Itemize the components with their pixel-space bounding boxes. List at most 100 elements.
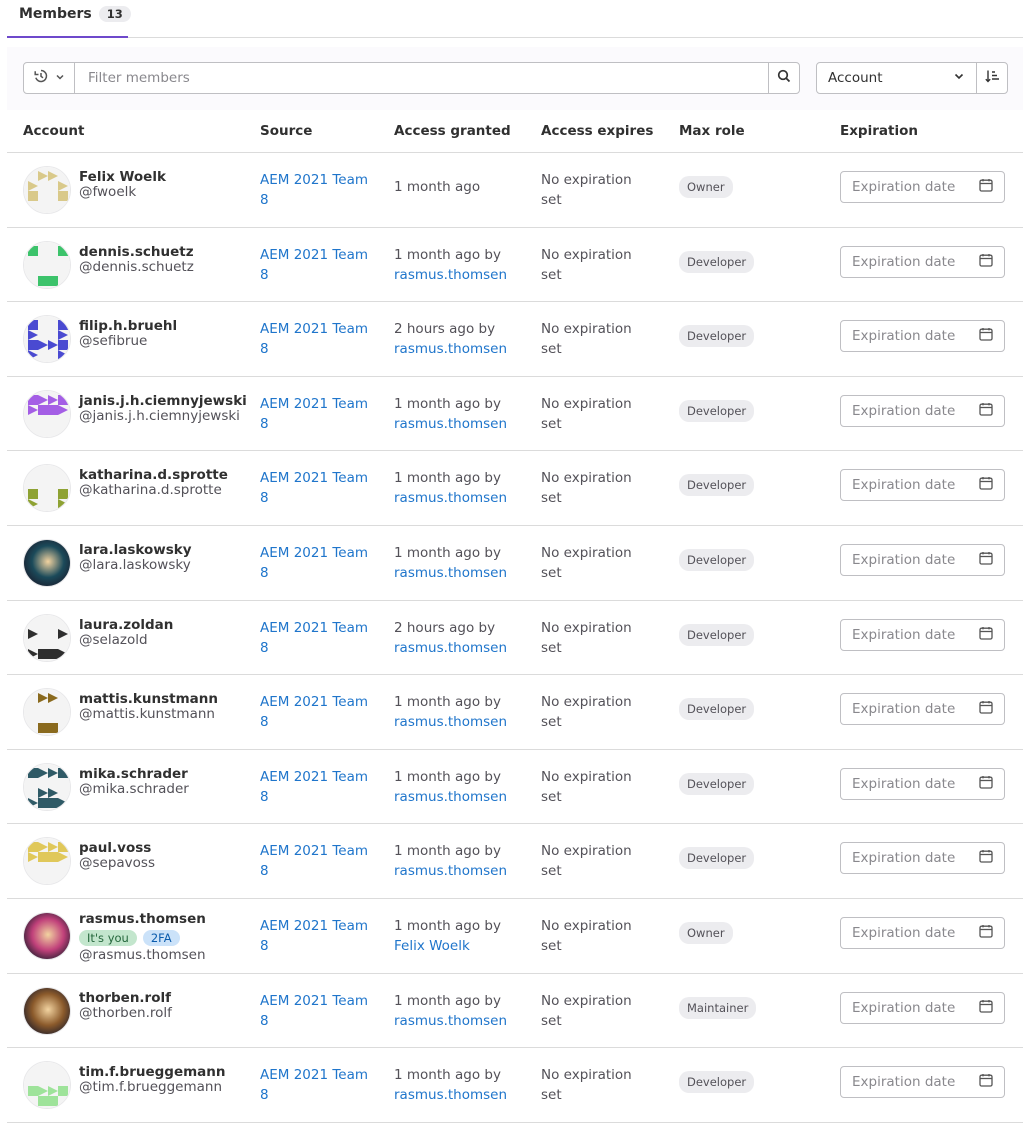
member-name-link[interactable]: thorben.rolf xyxy=(79,990,172,1006)
member-name-link[interactable]: filip.h.bruehl xyxy=(79,319,177,334)
source-link-suffix[interactable]: 8 xyxy=(260,1087,269,1103)
expiration-date-input[interactable]: Expiration date xyxy=(840,916,1005,949)
member-name-link[interactable]: rasmus.thomsen xyxy=(79,911,206,927)
source-link-suffix[interactable]: 8 xyxy=(260,714,269,730)
member-source: AEM 2021 Team 8 xyxy=(260,618,380,658)
avatar[interactable] xyxy=(23,1061,71,1110)
granted-by-link[interactable]: rasmus.thomsen xyxy=(394,640,507,656)
expiration-date-input[interactable]: Expiration date xyxy=(840,991,1005,1024)
calendar-icon[interactable] xyxy=(979,551,993,569)
calendar-icon[interactable] xyxy=(979,476,993,494)
avatar[interactable] xyxy=(23,837,71,886)
avatar[interactable] xyxy=(23,986,71,1035)
avatar[interactable] xyxy=(23,613,71,662)
granted-by-link[interactable]: rasmus.thomsen xyxy=(394,565,507,581)
source-link-suffix[interactable]: 8 xyxy=(260,640,269,656)
granted-by-link[interactable]: rasmus.thomsen xyxy=(394,267,507,283)
calendar-icon[interactable] xyxy=(979,775,993,793)
source-link[interactable]: AEM 2021 Team xyxy=(260,396,368,412)
expiration-date-input[interactable]: Expiration date xyxy=(840,171,1005,203)
member-name-link[interactable]: Felix Woelk xyxy=(79,170,166,185)
source-link[interactable]: AEM 2021 Team xyxy=(260,843,368,859)
access-granted-time: 1 month ago by xyxy=(394,992,501,1009)
member-name-link[interactable]: laura.zoldan xyxy=(79,617,173,633)
calendar-icon[interactable] xyxy=(979,402,993,420)
avatar[interactable] xyxy=(23,315,71,364)
source-link[interactable]: AEM 2021 Team xyxy=(260,545,368,561)
source-link-suffix[interactable]: 8 xyxy=(260,192,269,208)
source-link-suffix[interactable]: 8 xyxy=(260,565,269,581)
member-name-link[interactable]: dennis.schuetz xyxy=(79,244,194,260)
calendar-icon[interactable] xyxy=(979,1073,993,1091)
source-link[interactable]: AEM 2021 Team xyxy=(260,694,368,710)
avatar[interactable] xyxy=(23,240,71,289)
granted-by-link[interactable]: rasmus.thomsen xyxy=(394,789,507,805)
source-link-suffix[interactable]: 8 xyxy=(260,490,269,506)
calendar-icon[interactable] xyxy=(979,253,993,271)
calendar-icon[interactable] xyxy=(979,178,993,196)
avatar[interactable] xyxy=(23,762,71,811)
granted-by-link[interactable]: rasmus.thomsen xyxy=(394,416,507,432)
granted-by-link[interactable]: rasmus.thomsen xyxy=(394,1013,507,1029)
expiration-date-input[interactable]: Expiration date xyxy=(840,1066,1005,1099)
avatar[interactable] xyxy=(23,911,71,960)
calendar-icon[interactable] xyxy=(979,924,993,942)
calendar-icon[interactable] xyxy=(979,849,993,867)
member-name-link[interactable]: mika.schrader xyxy=(79,766,189,782)
member-name-link[interactable]: tim.f.brueggemann xyxy=(79,1065,226,1080)
calendar-icon[interactable] xyxy=(979,700,993,718)
granted-by-link[interactable]: rasmus.thomsen xyxy=(394,1087,507,1103)
filter-members-input[interactable] xyxy=(74,62,769,94)
avatar[interactable] xyxy=(23,166,71,214)
source-link-suffix[interactable]: 8 xyxy=(260,938,269,954)
expiration-date-input[interactable]: Expiration date xyxy=(840,320,1005,353)
calendar-icon[interactable] xyxy=(979,999,993,1017)
calendar-icon[interactable] xyxy=(979,327,993,345)
source-link[interactable]: AEM 2021 Team xyxy=(260,918,368,934)
member-name-link[interactable]: katharina.d.sprotte xyxy=(79,468,228,483)
source-link[interactable]: AEM 2021 Team xyxy=(260,172,368,188)
search-button[interactable] xyxy=(768,62,800,94)
access-expires-line1: No expiration xyxy=(541,843,632,860)
expiration-date-input[interactable]: Expiration date xyxy=(840,842,1005,875)
sort-by-dropdown[interactable]: Account xyxy=(816,62,977,94)
granted-by-link[interactable]: rasmus.thomsen xyxy=(394,714,507,730)
recent-searches-button[interactable] xyxy=(23,62,75,94)
source-link[interactable]: AEM 2021 Team xyxy=(260,620,368,636)
granted-by-link[interactable]: Felix Woelk xyxy=(394,938,470,954)
expiration-date-input[interactable]: Expiration date xyxy=(840,469,1005,502)
source-link[interactable]: AEM 2021 Team xyxy=(260,769,368,785)
source-link[interactable]: AEM 2021 Team xyxy=(260,321,368,337)
granted-by-link[interactable]: rasmus.thomsen xyxy=(394,341,507,357)
source-link[interactable]: AEM 2021 Team xyxy=(260,1067,368,1083)
avatar[interactable] xyxy=(23,464,71,513)
expiration-date-input[interactable]: Expiration date xyxy=(840,543,1005,576)
expiration-date-input[interactable]: Expiration date xyxy=(840,245,1005,278)
source-link-suffix[interactable]: 8 xyxy=(260,863,269,879)
tab-members[interactable]: Members 13 xyxy=(7,0,131,38)
avatar[interactable] xyxy=(23,688,71,737)
expiration-date-input[interactable]: Expiration date xyxy=(840,394,1005,427)
calendar-icon[interactable] xyxy=(979,626,993,644)
member-name-link[interactable]: paul.voss xyxy=(79,841,155,856)
granted-by-link[interactable]: rasmus.thomsen xyxy=(394,863,507,879)
source-link-suffix[interactable]: 8 xyxy=(260,416,269,432)
avatar[interactable] xyxy=(23,389,71,438)
source-link-suffix[interactable]: 8 xyxy=(260,1013,269,1029)
source-link-suffix[interactable]: 8 xyxy=(260,267,269,283)
source-link-suffix[interactable]: 8 xyxy=(260,341,269,357)
expiration-date-input[interactable]: Expiration date xyxy=(840,618,1005,651)
member-name-link[interactable]: janis.j.h.ciemnyjewski xyxy=(79,393,247,409)
source-link-suffix[interactable]: 8 xyxy=(260,789,269,805)
member-name-link[interactable]: lara.laskowsky xyxy=(79,542,192,558)
expiration-date-input[interactable]: Expiration date xyxy=(840,693,1005,726)
member-name-link[interactable]: mattis.kunstmann xyxy=(79,692,218,707)
sort-direction-button[interactable] xyxy=(976,62,1008,94)
source-link[interactable]: AEM 2021 Team xyxy=(260,470,368,486)
granted-by-link[interactable]: rasmus.thomsen xyxy=(394,490,507,506)
avatar[interactable] xyxy=(23,538,71,587)
source-link[interactable]: AEM 2021 Team xyxy=(260,247,368,263)
expiration-date-input[interactable]: Expiration date xyxy=(840,767,1005,800)
access-expires-line1: No expiration xyxy=(541,694,632,711)
source-link[interactable]: AEM 2021 Team xyxy=(260,993,368,1009)
